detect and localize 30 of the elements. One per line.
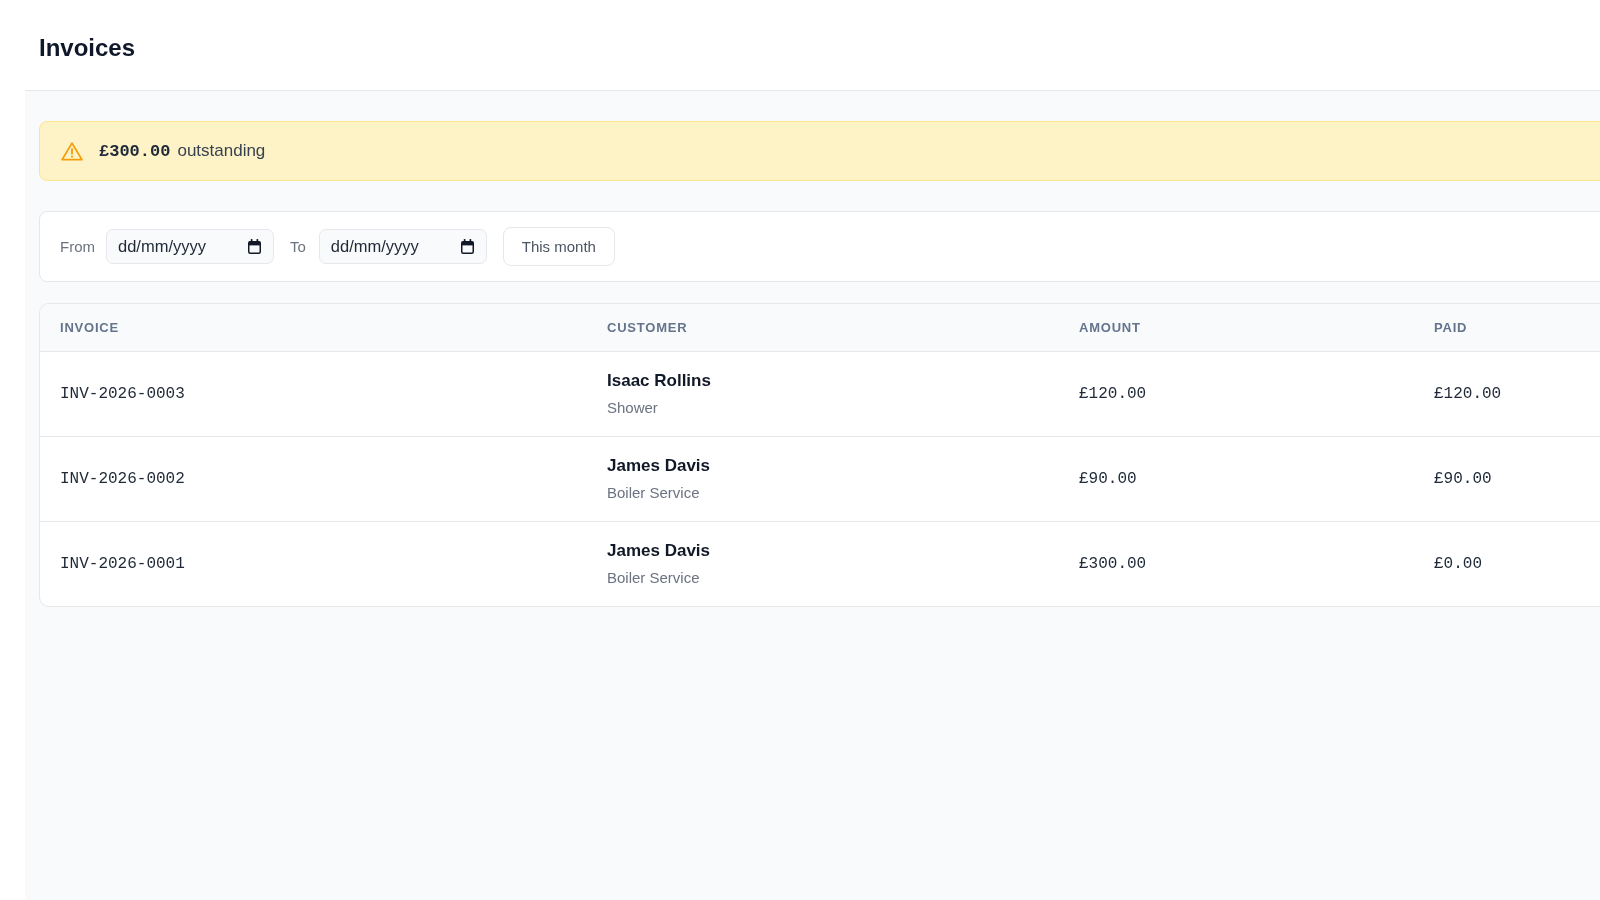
outstanding-amount: £300.00 [99, 142, 171, 161]
customer-name: James Davis [607, 540, 711, 562]
date-field[interactable]: dd/mm/yyyy [318, 229, 487, 264]
to-label: To [290, 238, 306, 255]
paid-value: £90.00 [1434, 470, 1492, 488]
amount-value: £120.00 [1079, 385, 1147, 403]
warning-icon [61, 141, 83, 161]
calendar-icon[interactable] [248, 239, 261, 254]
invoice-number: INV-2026-0001 [60, 555, 185, 573]
paid-value: £0.00 [1434, 555, 1482, 573]
service-name: Boiler Service [607, 568, 700, 588]
invoice-number: INV-2026-0003 [60, 385, 185, 403]
column-header: PAID [1434, 320, 1468, 335]
service-name: Shower [607, 398, 658, 418]
column-header: AMOUNT [1079, 320, 1141, 335]
this-month-button[interactable]: This month [502, 227, 615, 266]
customer-name: Isaac Rollins [607, 370, 711, 392]
amount-value: £90.00 [1079, 470, 1137, 488]
column-header: CUSTOMER [607, 320, 688, 335]
invoice-number: INV-2026-0002 [60, 470, 185, 488]
calendar-icon[interactable] [460, 239, 474, 254]
outstanding-label: outstanding [177, 141, 266, 161]
from-label: From [60, 238, 95, 255]
column-header: INVOICE [60, 320, 119, 335]
paid-value: £120.00 [1434, 385, 1502, 403]
page-title: Invoices [39, 33, 136, 63]
date-field[interactable]: dd/mm/yyyy [106, 229, 274, 264]
customer-name: James Davis [607, 455, 711, 477]
amount-value: £300.00 [1079, 555, 1147, 573]
service-name: Boiler Service [607, 483, 700, 503]
